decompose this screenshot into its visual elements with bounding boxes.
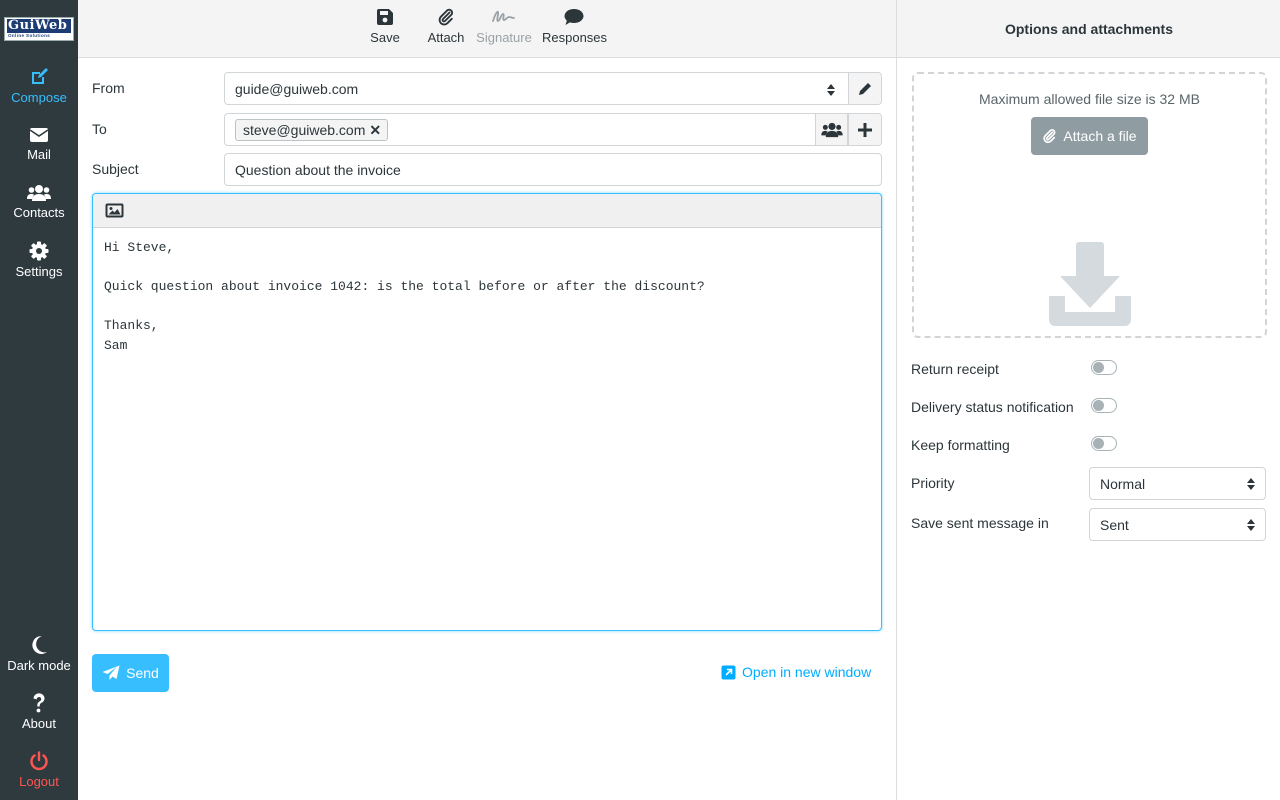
delivery-status-toggle[interactable] <box>1091 398 1117 413</box>
priority-label: Priority <box>911 475 955 491</box>
pencil-icon <box>859 82 871 95</box>
to-input[interactable]: steve@guiweb.com ✕ <box>224 113 882 146</box>
users-icon <box>820 122 843 137</box>
message-body[interactable]: Hi Steve, Quick question about invoice 1… <box>104 238 705 355</box>
save-sent-select[interactable]: Sent <box>1089 508 1266 541</box>
save-sent-label: Save sent message in <box>911 515 1049 531</box>
plus-icon <box>858 122 872 137</box>
recipient-chip[interactable]: steve@guiweb.com ✕ <box>235 119 389 141</box>
from-label: From <box>92 80 125 96</box>
message-editor[interactable]: Hi Steve, Quick question about invoice 1… <box>92 193 882 631</box>
options-panel-title: Options and attachments <box>897 0 1280 58</box>
nav-compose[interactable]: Compose <box>0 67 78 105</box>
from-value: guide@guiweb.com <box>235 81 359 97</box>
subject-input[interactable]: Question about the invoice <box>224 153 882 186</box>
attach-file-label: Attach a file <box>1063 128 1137 144</box>
subject-label: Subject <box>92 161 139 177</box>
nav-mail-label: Mail <box>27 147 51 162</box>
nav-mail[interactable]: Mail <box>0 126 78 162</box>
nav-settings[interactable]: Settings <box>0 241 78 279</box>
signature-button[interactable]: Signature <box>476 8 532 45</box>
keep-formatting-label: Keep formatting <box>911 437 1010 453</box>
select-arrows-icon <box>1247 519 1255 531</box>
comment-icon <box>564 9 584 25</box>
nav-logout[interactable]: Logout <box>0 751 78 789</box>
save-sent-value: Sent <box>1100 517 1129 533</box>
return-receipt-label: Return receipt <box>911 361 999 377</box>
envelope-icon <box>29 128 49 142</box>
subject-value: Question about the invoice <box>235 162 401 178</box>
power-icon <box>30 751 48 771</box>
users-icon <box>27 185 51 201</box>
paper-plane-icon <box>102 665 120 680</box>
logo[interactable]: GuiWeb Online Solutions <box>4 17 74 41</box>
select-arrows-icon <box>1247 478 1255 490</box>
attach-label: Attach <box>427 30 465 45</box>
attachment-dropzone[interactable]: Maximum allowed file size is 32 MB Attac… <box>912 72 1267 338</box>
save-label: Save <box>370 30 400 45</box>
floppy-disk-icon <box>377 9 393 25</box>
question-icon <box>33 693 45 713</box>
attach-button[interactable]: Attach <box>426 8 466 45</box>
responses-label: Responses <box>542 30 608 45</box>
external-window-icon <box>721 665 736 679</box>
nav-contacts[interactable]: Contacts <box>0 184 78 220</box>
from-select[interactable]: guide@guiweb.com <box>224 72 882 105</box>
add-header-button[interactable] <box>848 114 881 145</box>
nav-logout-label: Logout <box>19 774 59 789</box>
gear-icon <box>29 241 49 261</box>
delivery-status-label: Delivery status notification <box>911 399 1074 415</box>
open-new-window-link[interactable]: Open in new window <box>721 664 871 680</box>
signature-icon <box>492 10 515 22</box>
image-icon[interactable] <box>105 203 124 218</box>
save-button[interactable]: Save <box>370 8 400 45</box>
paperclip-icon <box>1043 129 1056 144</box>
attach-file-button[interactable]: Attach a file <box>1031 117 1148 155</box>
edit-identity-button[interactable] <box>848 73 881 104</box>
keep-formatting-toggle[interactable] <box>1091 436 1117 451</box>
download-icon <box>1049 242 1131 326</box>
logo-tagline: Online Solutions <box>8 33 51 38</box>
nav-dark-mode-label: Dark mode <box>7 658 71 673</box>
signature-label: Signature <box>476 30 532 45</box>
moon-icon <box>32 635 47 654</box>
send-button[interactable]: Send <box>92 654 169 692</box>
responses-button[interactable]: Responses <box>542 8 608 45</box>
recipient-address: steve@guiweb.com <box>243 122 366 138</box>
max-file-size-text: Maximum allowed file size is 32 MB <box>979 91 1200 107</box>
nav-dark-mode[interactable]: Dark mode <box>0 635 78 673</box>
compose-toolbar: Save Attach Signature Responses <box>78 0 896 58</box>
editor-toolbar <box>93 194 881 228</box>
logo-text: GuiWeb <box>7 19 71 33</box>
nav-about[interactable]: About <box>0 693 78 731</box>
select-arrows-icon <box>827 84 835 96</box>
nav-contacts-label: Contacts <box>13 205 65 220</box>
sidebar: GuiWeb Online Solutions Compose Mail Con… <box>0 0 78 800</box>
nav-compose-label: Compose <box>11 90 67 105</box>
nav-about-label: About <box>22 716 56 731</box>
compose-icon <box>32 68 48 84</box>
remove-recipient-icon[interactable]: ✕ <box>369 120 381 140</box>
open-new-window-label: Open in new window <box>742 664 872 680</box>
to-label: To <box>92 121 107 137</box>
address-book-button[interactable] <box>815 114 848 145</box>
paperclip-icon <box>438 8 454 26</box>
priority-select[interactable]: Normal <box>1089 467 1266 500</box>
nav-settings-label: Settings <box>15 264 63 279</box>
send-label: Send <box>126 665 159 681</box>
priority-value: Normal <box>1100 476 1146 492</box>
return-receipt-toggle[interactable] <box>1091 360 1117 375</box>
